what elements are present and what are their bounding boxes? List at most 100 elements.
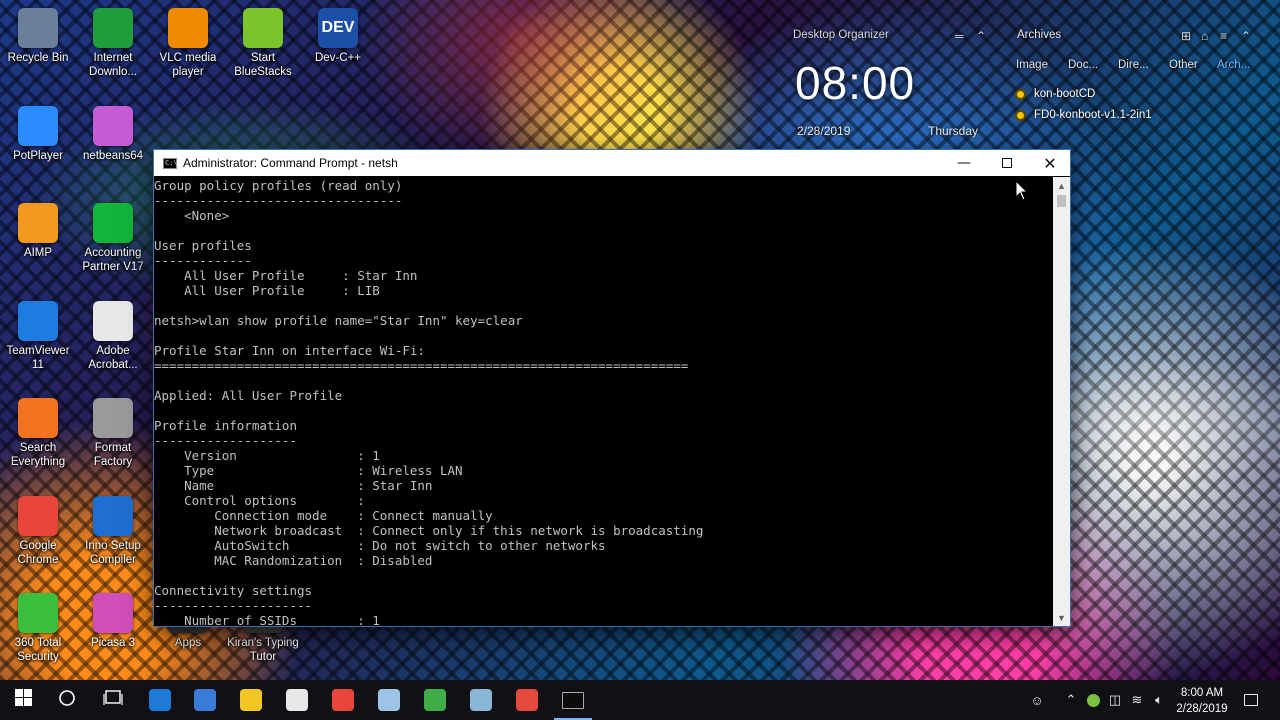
desktop-icon-label: Apps — [174, 637, 202, 649]
desktop-icon[interactable]: DEV Dev-C++ — [300, 8, 376, 65]
cmd-button[interactable] — [550, 680, 596, 720]
archives-tab-doc[interactable]: Doc... — [1068, 59, 1098, 71]
chrome-button[interactable] — [320, 680, 366, 720]
console-line: MAC Randomization : Disabled — [154, 553, 433, 568]
desktop-icon[interactable]: VLC media player — [150, 8, 226, 79]
internet-download-manager-icon — [93, 8, 133, 48]
console-line: ------------- — [154, 253, 252, 268]
window-titlebar[interactable]: C:\ Administrator: Command Prompt - nets… — [154, 150, 1070, 176]
scrollbar-thumb[interactable] — [1057, 195, 1066, 207]
task-view-icon — [103, 689, 123, 712]
archive-item-label: kon-bootCD — [1034, 88, 1096, 100]
archives-tab-other[interactable]: Other — [1169, 59, 1198, 71]
console-line: Connectivity settings — [154, 583, 313, 598]
start-button[interactable] — [0, 680, 46, 720]
desktop-icon[interactable]: Google Chrome — [0, 496, 76, 567]
archives-collapse-icon[interactable]: ⌃ — [1241, 29, 1251, 43]
archives-tab-image[interactable]: Image — [1016, 59, 1048, 71]
vlc-icon — [168, 8, 208, 48]
maximize-button[interactable] — [985, 150, 1029, 176]
desktop-icon[interactable]: 360 Total Security — [0, 593, 76, 664]
archives-tab-arch[interactable]: Arch... — [1217, 59, 1250, 71]
taskbar-clock[interactable]: 8:00 AM 2/28/2019 — [1166, 685, 1238, 717]
console-line: Profile information — [154, 418, 297, 433]
console-line: Connection mode : Connect manually — [154, 508, 493, 523]
notepad-icon — [378, 689, 400, 711]
desktop-icon[interactable]: PotPlayer — [0, 106, 76, 163]
console-line: netsh>wlan show profile name="Star Inn" … — [154, 313, 523, 328]
devcpp-icon: DEV — [318, 8, 358, 48]
archives-grid-icon[interactable]: ⊞ — [1181, 29, 1191, 43]
organizer-menu-icon[interactable]: ═ — [955, 29, 964, 43]
desktop-icon[interactable]: AIMP — [0, 203, 76, 260]
desktop-icon[interactable]: Recycle Bin — [0, 8, 76, 65]
console-line: ------------------- — [154, 433, 297, 448]
organizer-title: Desktop Organizer — [793, 29, 889, 41]
chrome-icon — [332, 689, 354, 711]
minimize-icon: — — [957, 155, 971, 171]
desktop-icon[interactable]: TeamViewer 11 — [0, 301, 76, 372]
console-line: --------------------- — [154, 598, 313, 613]
console-line: AutoSwitch : Do not switch to other netw… — [154, 538, 606, 553]
console-line: Applied: All User Profile — [154, 388, 343, 403]
archives-menu-icon[interactable]: ≡ — [1220, 29, 1227, 43]
close-button[interactable]: ✕ — [1028, 150, 1072, 176]
command-prompt-window[interactable]: C:\ Administrator: Command Prompt - nets… — [153, 149, 1071, 627]
archive-item[interactable]: kon-bootCD — [1015, 88, 1095, 100]
desktop-icon[interactable]: Inno Setup Compiler — [75, 496, 151, 567]
network-icon[interactable]: ◫ — [1106, 690, 1124, 710]
desktop-icon[interactable]: Adobe Acrobat... — [75, 301, 151, 372]
scroll-down-icon[interactable]: ▼ — [1053, 609, 1070, 626]
vertical-scrollbar[interactable]: ▲ ▼ — [1053, 177, 1070, 626]
archives-lock-icon[interactable]: ⌂ — [1201, 29, 1208, 43]
task-view-button[interactable] — [90, 680, 136, 720]
recorder-button[interactable] — [504, 680, 550, 720]
mail-button[interactable] — [274, 680, 320, 720]
notepad-button[interactable] — [366, 680, 412, 720]
console-line: Control options : — [154, 493, 365, 508]
console-line: User profiles — [154, 238, 252, 253]
wifi-icon[interactable]: ≋ — [1128, 690, 1146, 710]
netbeans-icon — [93, 106, 133, 146]
edge-button[interactable] — [137, 680, 183, 720]
desktop-icon-label: 360 Total Security — [14, 637, 62, 663]
desktop-icon-label: Dev-C++ — [314, 52, 362, 64]
organizer-clock-date: 2/28/2019 — [797, 124, 851, 138]
mouse-cursor-icon — [1015, 180, 1029, 201]
archives-tab-dire[interactable]: Dire... — [1118, 59, 1149, 71]
console-output[interactable]: Group policy profiles (read only) -------… — [154, 177, 1053, 626]
edge-icon — [149, 689, 171, 711]
archive-item[interactable]: FD0-konboot-v1.1-2in1 — [1015, 109, 1152, 121]
people-icon[interactable]: ☺ — [1028, 690, 1046, 710]
desktop-icon[interactable]: netbeans64 — [75, 106, 151, 163]
windows-icon — [14, 689, 32, 711]
desktop-icon-label: TeamViewer 11 — [6, 345, 70, 371]
app-button[interactable] — [458, 680, 504, 720]
potplayer-icon — [18, 106, 58, 146]
desktop-icon[interactable]: Search Everything — [0, 398, 76, 469]
store-icon — [194, 689, 216, 711]
organizer-collapse-icon[interactable]: ⌃ — [976, 29, 986, 43]
desktop-icon[interactable]: Start BlueStacks — [225, 8, 301, 79]
desktop-icon[interactable]: Accounting Partner V17 — [75, 203, 151, 274]
desktop-icon-label: Internet Downlo... — [89, 52, 137, 78]
file-explorer-button[interactable] — [228, 680, 274, 720]
search-button[interactable] — [44, 680, 90, 720]
desktop-icon[interactable]: Format Factory — [75, 398, 151, 469]
camtasia-button[interactable] — [412, 680, 458, 720]
desktop-icon-label: Accounting Partner V17 — [82, 247, 144, 273]
action-center-icon[interactable] — [1242, 690, 1260, 710]
minimize-button[interactable]: — — [942, 150, 986, 176]
store-button[interactable] — [182, 680, 228, 720]
show-hidden-icons-icon[interactable]: ⌃ — [1062, 690, 1080, 710]
desktop-icon[interactable]: Internet Downlo... — [75, 8, 151, 79]
desktop-icon-label: VLC media player — [159, 52, 217, 78]
scroll-up-icon[interactable]: ▲ — [1053, 177, 1070, 194]
desktop-icon[interactable]: Picasa 3 — [75, 593, 151, 650]
tray-app-icon[interactable] — [1084, 690, 1102, 710]
